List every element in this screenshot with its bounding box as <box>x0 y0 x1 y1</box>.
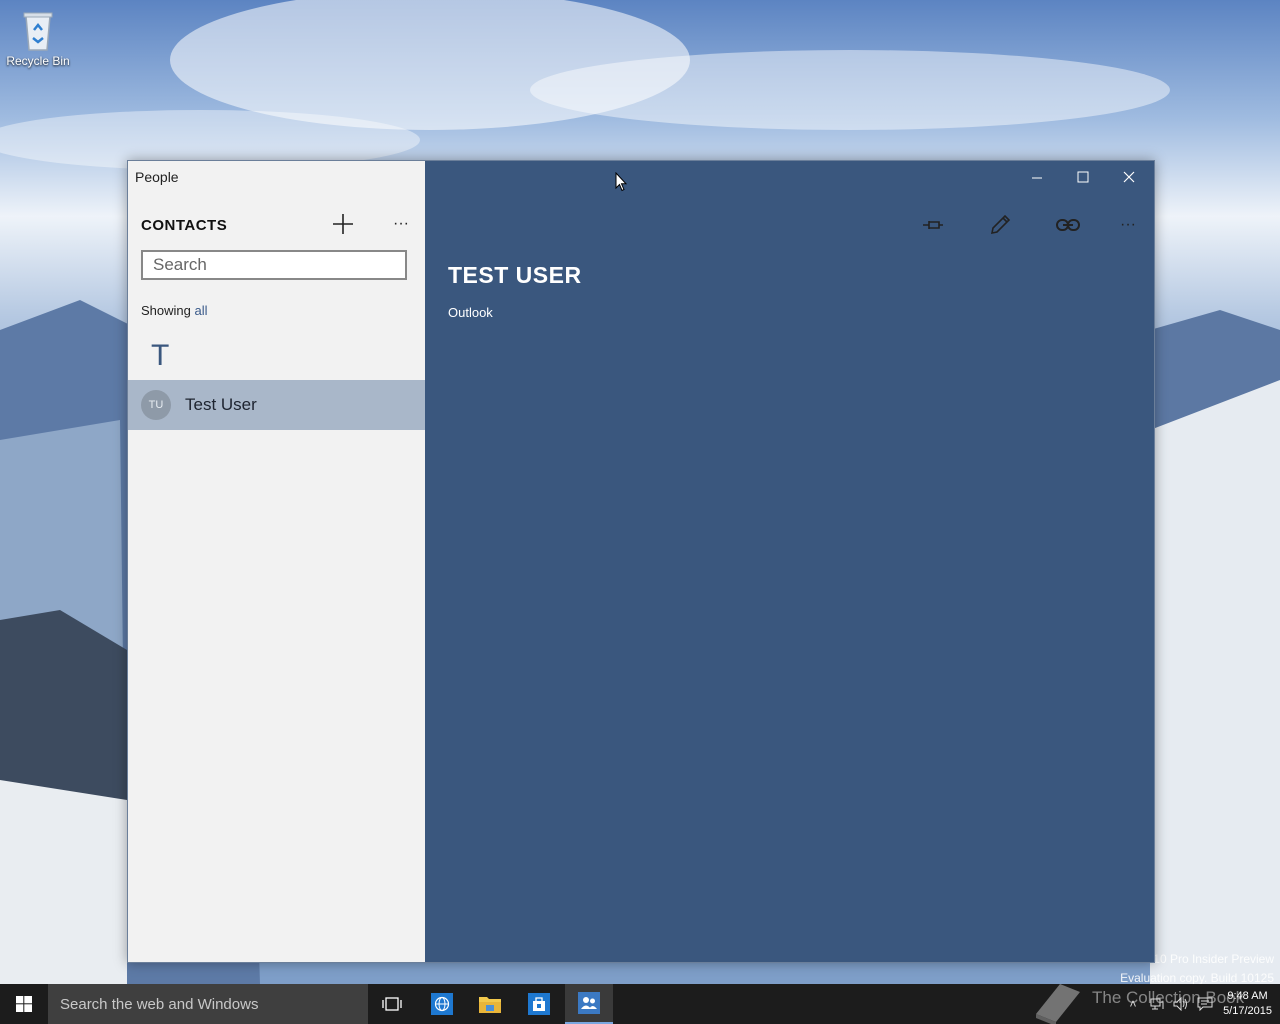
edit-icon <box>990 214 1011 235</box>
contact-detail-pane: ··· TEST USER Outlook <box>425 161 1154 962</box>
start-button[interactable] <box>0 984 48 1024</box>
task-view-icon <box>382 997 402 1011</box>
network-button[interactable] <box>1145 984 1169 1024</box>
network-icon <box>1150 998 1164 1010</box>
recycle-bin-icon <box>20 8 56 52</box>
filter-status: Showing all <box>141 303 208 318</box>
globe-icon <box>431 993 453 1015</box>
plus-icon <box>333 214 353 234</box>
windows-logo-icon <box>16 996 32 1012</box>
search-input[interactable] <box>141 250 407 280</box>
mouse-cursor-icon <box>615 172 627 192</box>
app-title: People <box>135 169 179 185</box>
people-icon <box>578 992 600 1014</box>
contacts-heading: CONTACTS <box>141 217 228 234</box>
action-center-button[interactable] <box>1193 984 1217 1024</box>
maximize-icon <box>1077 171 1089 183</box>
taskbar-people-button[interactable] <box>565 984 613 1024</box>
more-icon: ··· <box>393 215 409 232</box>
clock-date: 5/17/2015 <box>1223 1005 1272 1017</box>
folder-icon <box>479 997 501 1013</box>
recycle-bin-shortcut[interactable]: Recycle Bin <box>4 8 72 68</box>
notification-icon <box>1197 997 1213 1011</box>
tray-overflow-button[interactable]: ˄ <box>1121 984 1145 1024</box>
close-icon <box>1123 171 1135 183</box>
maximize-button[interactable] <box>1060 165 1106 189</box>
clock-time: 9:48 AM <box>1227 990 1268 1002</box>
taskbar-browser-button[interactable] <box>418 984 466 1024</box>
pin-button[interactable] <box>916 211 950 239</box>
minimize-button[interactable] <box>1014 165 1060 189</box>
people-app-window: People CONTACTS ··· Showing all T TU Tes… <box>127 160 1155 963</box>
contacts-pane: People CONTACTS ··· Showing all T TU Tes… <box>128 161 425 962</box>
taskbar: Search the web and Windows The Collectio… <box>0 984 1280 1024</box>
recycle-bin-label: Recycle Bin <box>6 54 70 68</box>
detail-more-button[interactable]: ··· <box>1111 211 1145 239</box>
edit-button[interactable] <box>983 211 1017 239</box>
contact-account-source: Outlook <box>448 305 493 320</box>
contact-name: Test User <box>185 395 257 414</box>
filter-link[interactable]: all <box>195 303 208 318</box>
avatar: TU <box>141 390 171 420</box>
close-button[interactable] <box>1106 165 1152 189</box>
contact-display-name: TEST USER <box>448 262 582 288</box>
minimize-icon <box>1032 177 1042 179</box>
task-view-button[interactable] <box>368 984 416 1024</box>
book-overlay-icon <box>1036 984 1080 1024</box>
store-bag-icon <box>528 993 550 1015</box>
contact-list-item[interactable]: TU Test User <box>128 380 425 430</box>
taskbar-search-placeholder: Search the web and Windows <box>60 995 259 1013</box>
taskbar-clock[interactable]: 9:48 AM 5/17/2015 <box>1217 989 1280 1019</box>
taskbar-search-box[interactable]: Search the web and Windows <box>48 984 368 1024</box>
group-header-letter[interactable]: T <box>151 339 169 373</box>
add-contact-button[interactable] <box>328 209 358 239</box>
link-button[interactable] <box>1051 211 1085 239</box>
chevron-up-icon: ˄ <box>1129 997 1137 1011</box>
taskbar-store-button[interactable] <box>515 984 563 1024</box>
system-tray: ˄ 9:48 AM 5/17/2015 <box>1121 984 1280 1024</box>
speaker-icon <box>1173 997 1188 1011</box>
more-icon: ··· <box>1120 216 1136 233</box>
filter-prefix: Showing <box>141 303 191 318</box>
pin-icon <box>923 221 943 229</box>
volume-button[interactable] <box>1169 984 1193 1024</box>
taskbar-file-explorer-button[interactable] <box>466 984 514 1024</box>
link-icon <box>1056 219 1080 231</box>
contacts-more-button[interactable]: ··· <box>386 211 416 237</box>
